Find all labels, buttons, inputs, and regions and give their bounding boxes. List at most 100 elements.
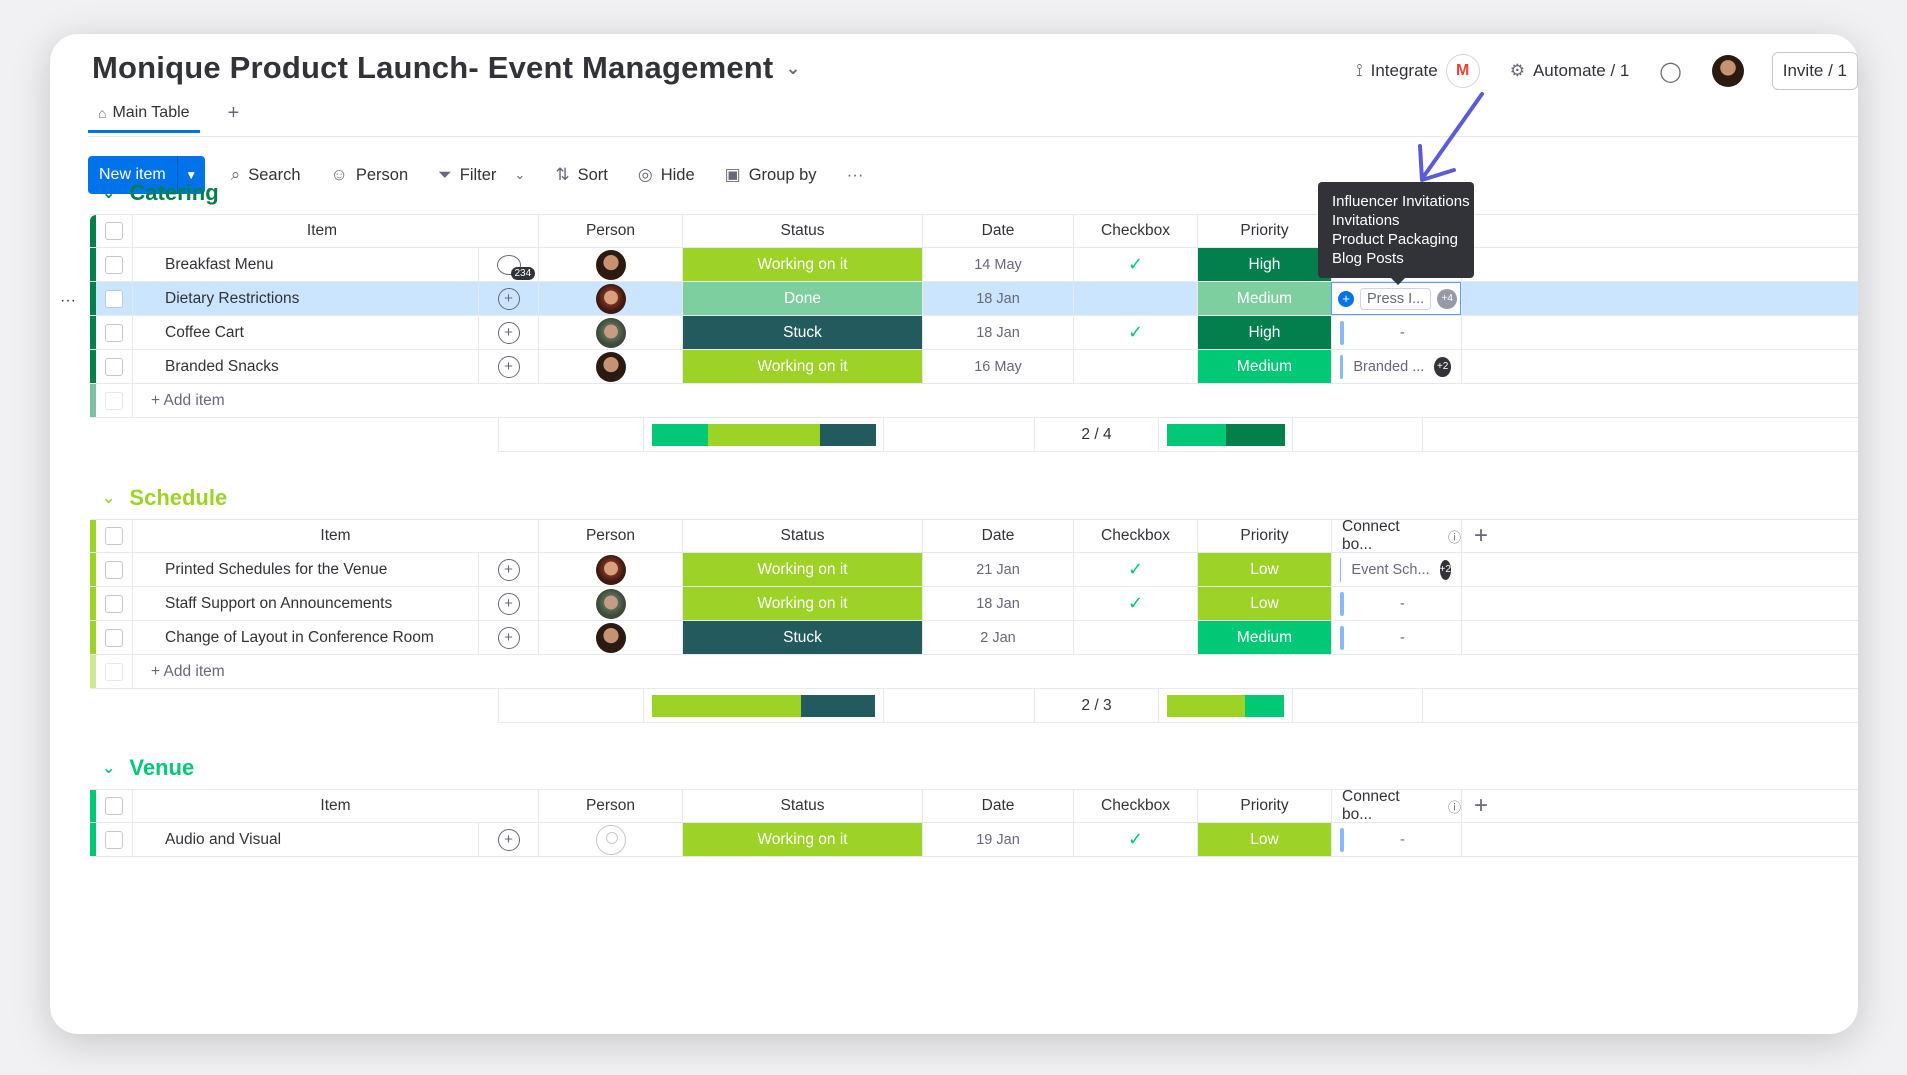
avatar[interactable] [595, 554, 626, 585]
summary-segment[interactable] [1166, 423, 1226, 446]
connect-cell[interactable]: - [1331, 587, 1461, 620]
col-date[interactable]: Date [922, 790, 1073, 822]
summary-segment[interactable] [1225, 423, 1285, 446]
summary-segment[interactable] [707, 423, 820, 446]
group-header-schedule[interactable]: ⌄ Schedule [102, 485, 227, 511]
automate-button[interactable]: ⚙ Automate / 1 [1510, 61, 1630, 81]
col-priority[interactable]: Priority [1197, 215, 1331, 247]
checkbox-cell[interactable] [1073, 350, 1197, 383]
date-cell[interactable]: 19 Jan [922, 823, 1073, 856]
connect-cell[interactable]: - [1331, 621, 1461, 654]
group-by-button[interactable]: ▣ Group by [725, 165, 817, 185]
col-priority[interactable]: Priority [1197, 520, 1331, 552]
item-name[interactable]: Printed Schedules for the Venue [132, 553, 478, 586]
table-row[interactable]: Branded Snacks + Working on it 16 May Me… [90, 350, 1858, 384]
search-button[interactable]: ⌕ Search [231, 165, 301, 185]
connect-cell[interactable]: Event Sch... +2 [1331, 553, 1461, 586]
row-checkbox[interactable] [105, 357, 123, 376]
status-cell[interactable]: Working on it [682, 350, 922, 383]
add-view-button[interactable]: + [228, 102, 240, 133]
priority-cell[interactable]: Medium [1197, 282, 1331, 315]
checkbox-cell[interactable]: ✓ [1073, 823, 1197, 856]
table-row[interactable]: Audio and Visual + Working on it 19 Jan … [90, 823, 1858, 857]
chevron-down-icon[interactable]: ⌄ [514, 167, 525, 183]
row-checkbox[interactable] [105, 594, 123, 613]
col-connect[interactable]: Connect bo... ⓘ [1331, 518, 1461, 553]
add-item-input[interactable]: + Add item [132, 655, 1858, 688]
chevron-down-icon[interactable]: ⌄ [102, 183, 115, 203]
table-row[interactable]: Printed Schedules for the Venue + Workin… [90, 553, 1858, 587]
col-item[interactable]: Item [132, 790, 538, 822]
item-name[interactable]: Breakfast Menu [132, 248, 478, 281]
col-status[interactable]: Status [682, 790, 922, 822]
item-name[interactable]: Dietary Restrictions [132, 282, 478, 315]
col-connect[interactable]: Connect bo... ⓘ [1331, 788, 1461, 823]
priority-cell[interactable]: Medium [1197, 621, 1331, 654]
checkbox-cell[interactable]: ✓ [1073, 248, 1197, 281]
priority-cell[interactable]: Low [1197, 823, 1331, 856]
table-row[interactable]: Coffee Cart + Stuck 18 Jan ✓ High - [90, 316, 1858, 350]
hide-button[interactable]: ◎ Hide [638, 165, 695, 185]
checkbox-cell[interactable]: ✓ [1073, 316, 1197, 349]
row-checkbox[interactable] [105, 830, 123, 849]
info-icon[interactable]: ⓘ [1448, 527, 1461, 546]
col-date[interactable]: Date [922, 520, 1073, 552]
person-filter-button[interactable]: ☺ Person [331, 165, 409, 185]
catering-priority-summary[interactable] [1166, 423, 1285, 446]
add-update-button[interactable]: + [478, 823, 538, 856]
add-column-icon[interactable]: + [1474, 792, 1488, 820]
integrate-button[interactable]: ⟟ Integrate M [1356, 54, 1480, 88]
col-person[interactable]: Person [538, 790, 682, 822]
date-cell[interactable]: 18 Jan [922, 587, 1073, 620]
priority-cell[interactable]: Low [1197, 553, 1331, 586]
row-checkbox[interactable] [105, 289, 123, 308]
add-update-button[interactable]: + [478, 282, 538, 315]
status-cell[interactable]: Working on it [682, 553, 922, 586]
connect-cell[interactable]: - [1331, 316, 1461, 349]
updates-chat-icon[interactable]: ◯ [1659, 59, 1681, 84]
invite-button[interactable]: Invite / 1 [1771, 52, 1858, 90]
add-update-button[interactable]: + [478, 316, 538, 349]
avatar[interactable] [595, 283, 626, 314]
col-status[interactable]: Status [682, 215, 922, 247]
col-item[interactable]: Item [132, 215, 511, 247]
col-item[interactable]: Item [132, 520, 538, 552]
select-all-checkbox[interactable] [105, 527, 123, 545]
priority-cell[interactable]: High [1197, 248, 1331, 281]
avatar[interactable] [595, 351, 626, 382]
status-cell[interactable]: Working on it [682, 248, 922, 281]
chevron-down-icon[interactable]: ⌄ [102, 758, 115, 778]
avatar[interactable] [595, 622, 626, 653]
avatar[interactable] [595, 317, 626, 348]
col-status[interactable]: Status [682, 520, 922, 552]
connect-cell[interactable]: Branded ... +2 [1331, 350, 1461, 383]
more-options-button[interactable]: ··· [847, 165, 864, 185]
select-all-checkbox[interactable] [105, 222, 123, 240]
item-name[interactable]: Staff Support on Announcements [132, 587, 478, 620]
board-title[interactable]: Monique Product Launch- Event Management… [92, 50, 801, 86]
sort-button[interactable]: ⇅ Sort [555, 165, 608, 185]
group-header-venue[interactable]: ⌄ Venue [102, 755, 194, 781]
summary-segment[interactable] [819, 423, 876, 446]
add-item-input[interactable]: + Add item [132, 384, 1858, 417]
col-person[interactable]: Person [538, 215, 682, 247]
item-name[interactable]: Audio and Visual [132, 823, 478, 856]
status-cell[interactable]: Stuck [682, 316, 922, 349]
select-all-checkbox[interactable] [105, 797, 123, 815]
chevron-down-icon[interactable]: ⌄ [102, 488, 115, 508]
date-cell[interactable]: 18 Jan [922, 282, 1073, 315]
item-name[interactable]: Coffee Cart [132, 316, 478, 349]
updates-button[interactable]: 234 [478, 248, 538, 281]
row-checkbox[interactable] [105, 628, 123, 647]
add-update-button[interactable]: + [478, 553, 538, 586]
date-cell[interactable]: 2 Jan [922, 621, 1073, 654]
info-icon[interactable]: ⓘ [1448, 797, 1461, 816]
user-avatar[interactable] [1711, 55, 1744, 87]
col-checkbox[interactable]: Checkbox [1073, 520, 1197, 552]
priority-cell[interactable]: Low [1197, 587, 1331, 620]
status-cell[interactable]: Stuck [682, 621, 922, 654]
row-checkbox[interactable] [105, 255, 123, 274]
summary-segment[interactable] [1166, 694, 1246, 717]
add-item-row[interactable]: + Add item [90, 655, 1858, 689]
summary-segment[interactable] [651, 694, 801, 717]
